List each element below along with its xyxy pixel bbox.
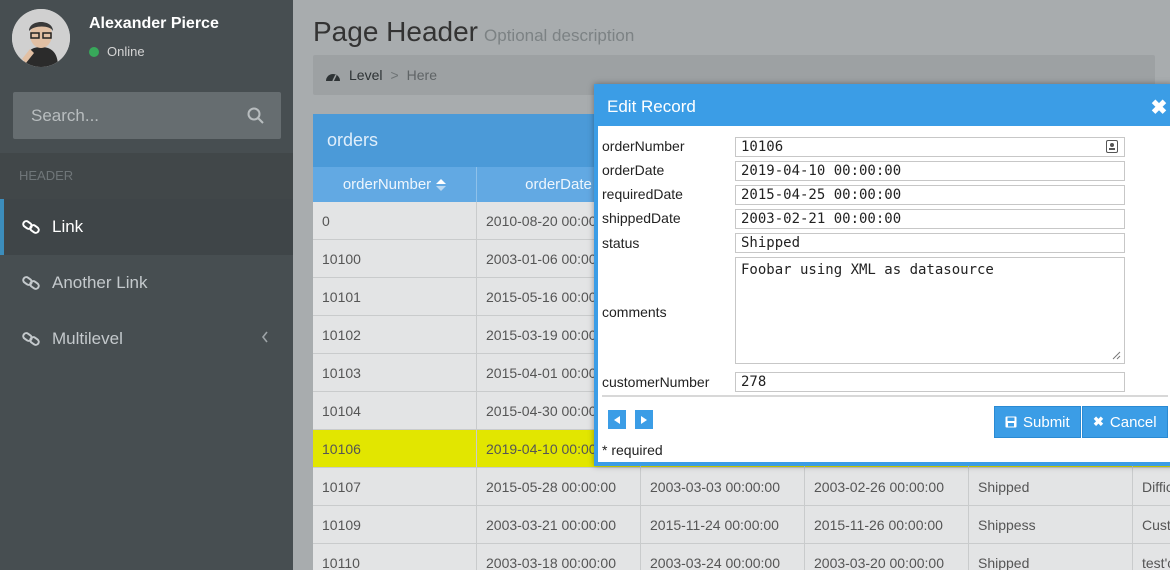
table-cell: 10103 [313, 354, 477, 391]
link-icon [22, 276, 44, 290]
requireddate-field[interactable]: 2015-04-25 00:00:00 [735, 185, 1125, 205]
table-cell: Shipped [969, 468, 1133, 505]
close-icon: ✖ [1093, 414, 1104, 429]
triangle-right-icon [641, 415, 647, 424]
save-icon [1005, 416, 1017, 428]
search-input[interactable] [13, 92, 233, 139]
previous-record-button[interactable] [608, 410, 626, 429]
table-cell: 2003-02-26 00:00:00 [805, 468, 969, 505]
table-cell: 10109 [313, 506, 477, 543]
status-label: status [602, 235, 640, 251]
table-cell: 10102 [313, 316, 477, 353]
user-status: Online [89, 44, 145, 59]
user-name: Alexander Pierce [89, 15, 219, 32]
table-cell: 10104 [313, 392, 477, 429]
orderdate-label: orderDate [602, 162, 665, 178]
search-button[interactable] [229, 92, 281, 139]
sidebar-item-another-link[interactable]: Another Link [0, 255, 293, 311]
edit-record-dialog: Edit Record ✖ orderNumber 10106 orderDat… [594, 84, 1170, 466]
comments-field[interactable]: Foobar using XML as datasource [735, 257, 1125, 364]
table-cell: Custo [1133, 506, 1170, 543]
user-panel: Alexander Pierce Online [0, 0, 293, 80]
cancel-button[interactable]: ✖ Cancel [1082, 406, 1168, 438]
table-cell: Diffic [1133, 468, 1170, 505]
table-cell: Shipped [969, 544, 1133, 570]
customernumber-label: customerNumber [602, 374, 710, 390]
breadcrumb-level[interactable]: Level [349, 67, 382, 83]
triangle-left-icon [614, 415, 620, 424]
cancel-label: Cancel [1109, 413, 1157, 431]
resize-handle-icon[interactable] [1112, 351, 1121, 360]
sidebar-search [13, 92, 281, 139]
sidebar: Alexander Pierce Online HEADER Link Anot… [0, 0, 293, 570]
submit-label: Submit [1023, 413, 1070, 431]
sidebar-item-label: Another Link [52, 273, 148, 292]
sidebar-header: HEADER [0, 153, 293, 199]
table-row[interactable]: 10107 2015-05-28 00:00:00 2003-03-03 00:00… [313, 468, 1170, 506]
table-cell: 2003-03-18 00:00:00 [477, 544, 641, 570]
search-icon [247, 107, 264, 124]
sidebar-item-label: Link [52, 217, 84, 236]
close-icon: ✖ [1150, 96, 1168, 119]
orderdate-field[interactable]: 2019-04-10 00:00:00 [735, 161, 1125, 181]
table-cell: 10101 [313, 278, 477, 315]
requireddate-label: requiredDate [602, 186, 683, 202]
avatar[interactable] [12, 9, 70, 67]
page-title: Page Header Optional description [313, 16, 634, 48]
column-header-ordernumber[interactable]: orderNumber [313, 167, 477, 202]
link-icon [22, 332, 44, 346]
chevron-left-icon [261, 331, 268, 343]
main-content: Page Header Optional description Level > … [293, 0, 1170, 570]
column-header-label: orderDate [525, 176, 592, 193]
sidebar-item-label: Multilevel [52, 329, 123, 348]
page-title-text: Page Header [313, 16, 479, 47]
breadcrumb-here: Here [406, 67, 438, 83]
table-cell: 10106 [313, 430, 477, 467]
submit-button[interactable]: Submit [994, 406, 1081, 438]
table-cell: 2003-03-21 00:00:00 [477, 506, 641, 543]
user-status-label: Online [107, 44, 145, 59]
shippeddate-field[interactable]: 2003-02-21 00:00:00 [735, 209, 1125, 229]
table-row[interactable]: 10110 2003-03-18 00:00:00 2003-03-24 00:00… [313, 544, 1170, 570]
ordernumber-label: orderNumber [602, 138, 685, 154]
table-cell: 2003-03-20 00:00:00 [805, 544, 969, 570]
table-cell: 2015-05-28 00:00:00 [477, 468, 641, 505]
table-cell: Shippess [969, 506, 1133, 543]
table-cell: 10107 [313, 468, 477, 505]
table-cell: 0 [313, 202, 477, 239]
required-note: * required [602, 442, 663, 458]
page-description: Optional description [484, 26, 635, 45]
dashboard-icon [326, 73, 340, 81]
table-cell: 2003-03-03 00:00:00 [641, 468, 805, 505]
ordernumber-field[interactable]: 10106 [735, 137, 1125, 157]
divider [602, 395, 1168, 397]
table-cell: 2015-11-24 00:00:00 [641, 506, 805, 543]
status-field[interactable]: Shipped [735, 233, 1125, 253]
table-cell: 10100 [313, 240, 477, 277]
table-cell: 10110 [313, 544, 477, 570]
online-status-dot-icon [89, 46, 99, 57]
next-record-button[interactable] [635, 410, 653, 429]
ordernumber-value: 10106 [741, 139, 784, 155]
customernumber-field[interactable]: 278 [735, 372, 1125, 392]
table-cell: test'c [1133, 544, 1170, 570]
breadcrumb-separator: > [390, 67, 399, 83]
comments-value: Foobar using XML as datasource [741, 262, 994, 278]
table-row[interactable]: 10109 2003-03-21 00:00:00 2015-11-24 00:00… [313, 506, 1170, 544]
close-button[interactable]: ✖ [1144, 88, 1170, 126]
id-card-icon [1106, 140, 1118, 153]
dialog-title: Edit Record [598, 88, 1170, 126]
link-icon [22, 220, 44, 234]
table-cell: 2015-11-26 00:00:00 [805, 506, 969, 543]
column-header-label: orderNumber [342, 176, 432, 193]
shippeddate-label: shippedDate [602, 210, 681, 226]
table-cell: 2003-03-24 00:00:00 [641, 544, 805, 570]
sort-icon [436, 178, 447, 191]
sidebar-item-link[interactable]: Link [0, 199, 293, 255]
comments-label: comments [602, 304, 667, 320]
sidebar-item-multilevel[interactable]: Multilevel [0, 311, 293, 367]
